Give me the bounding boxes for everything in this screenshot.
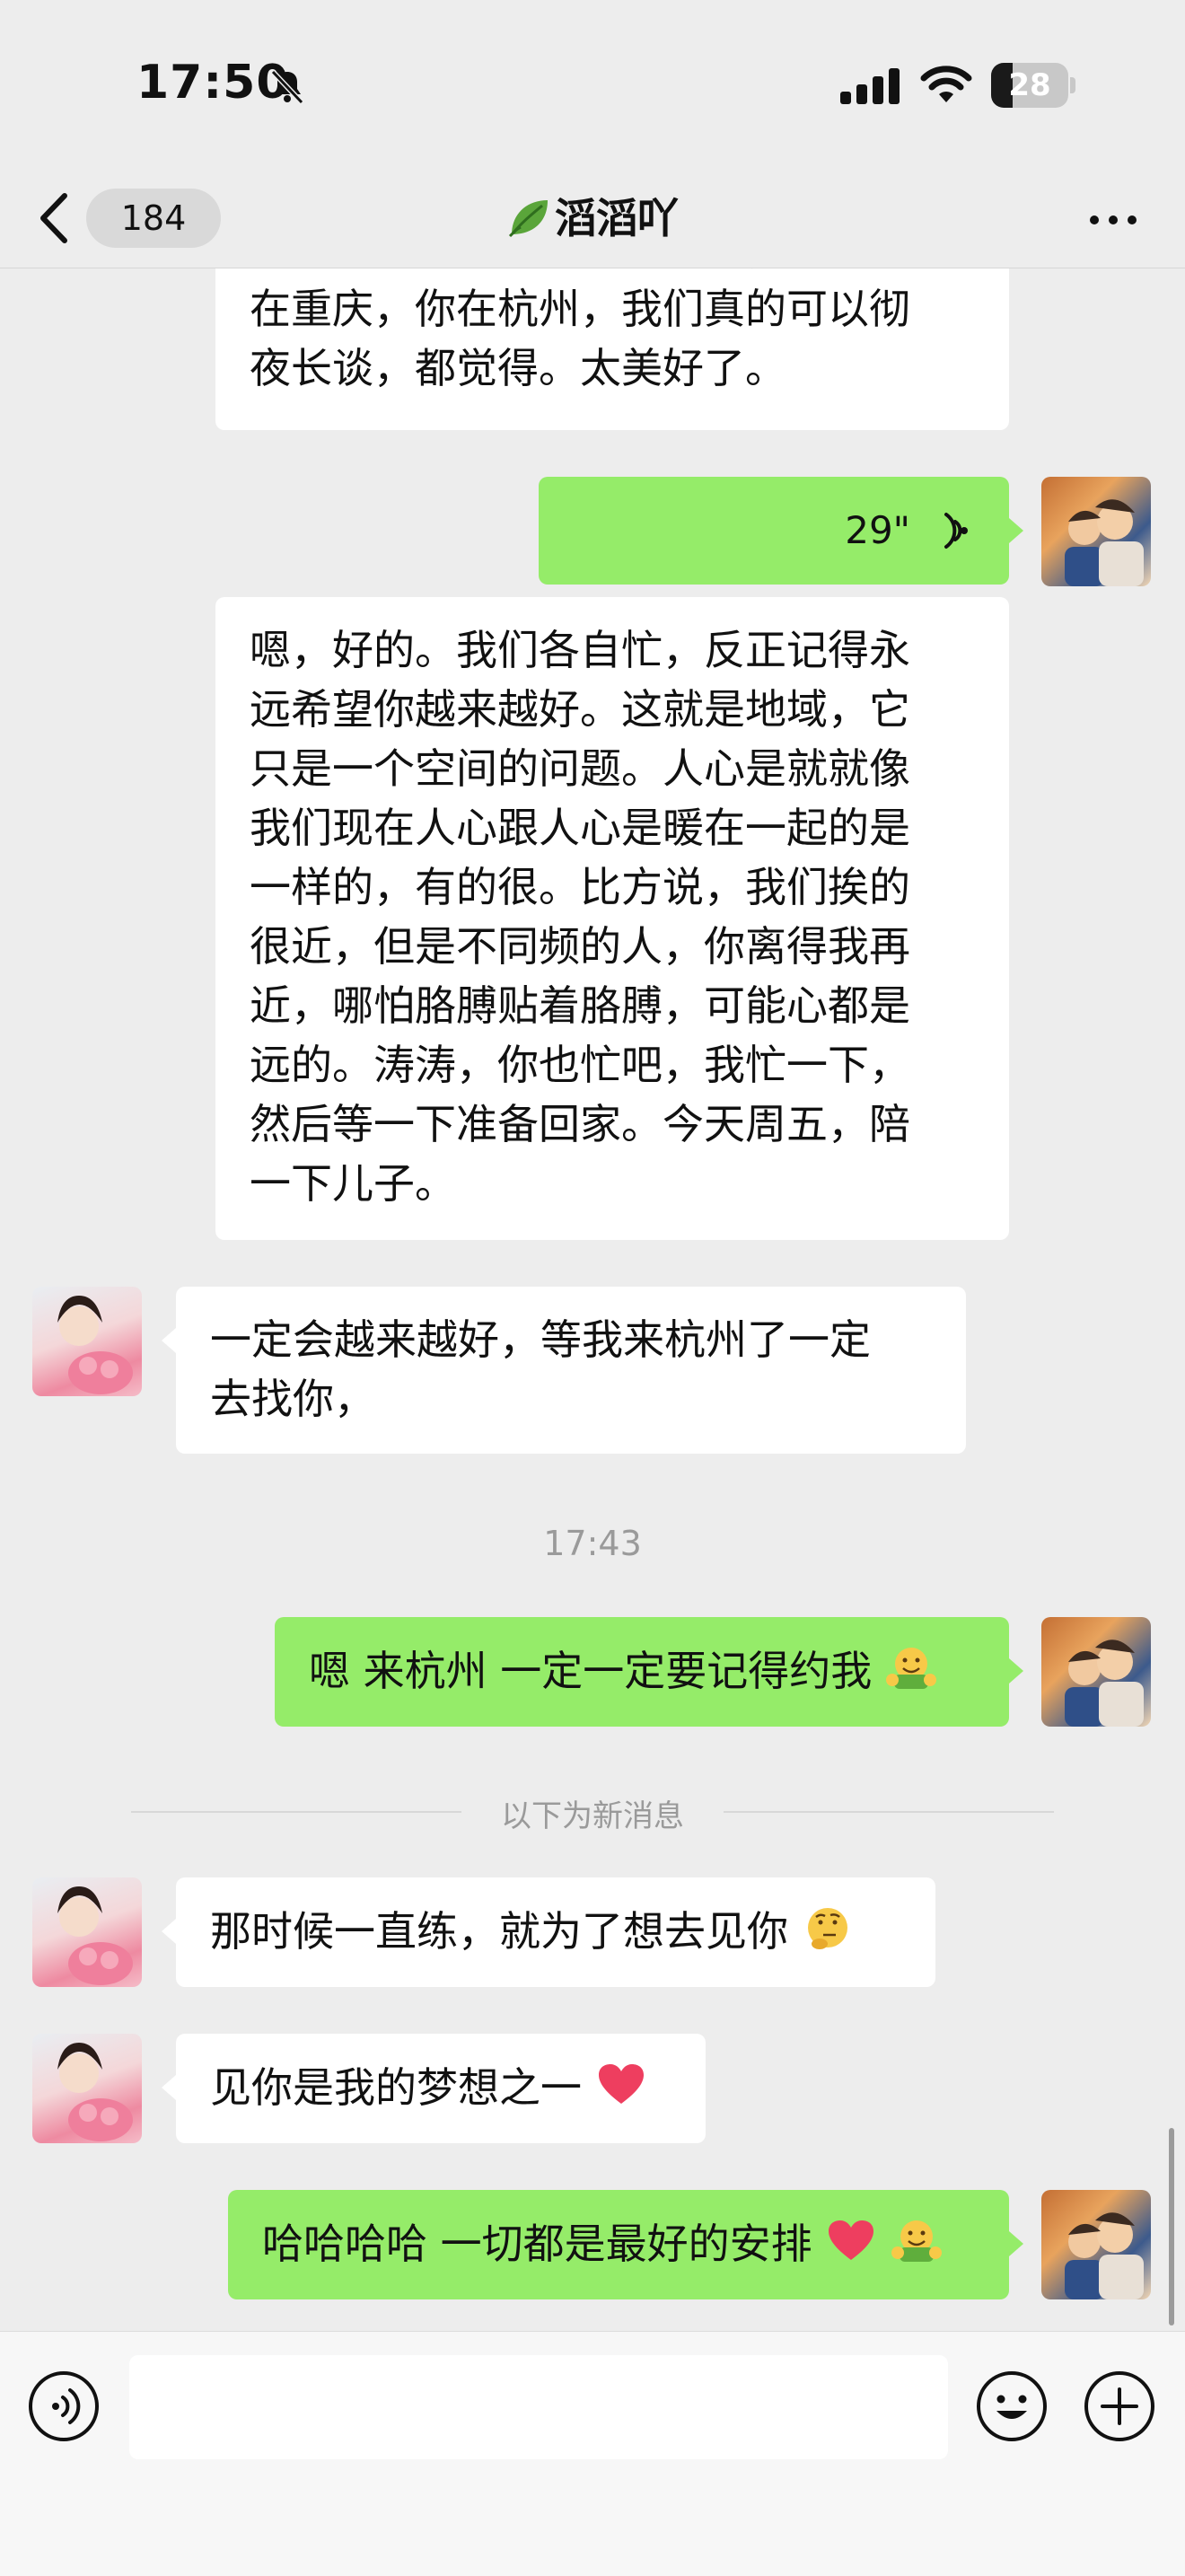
smiley-icon <box>977 2371 1047 2441</box>
message-bubble-sent[interactable]: 嗯，好的。我们各自忙，反正记得永 远希望你越来越好。这就是地域，它 只是一个空间… <box>215 597 1009 1240</box>
message-input[interactable] <box>129 2355 948 2459</box>
my-avatar[interactable] <box>1041 2190 1151 2299</box>
chat-title: 滔滔吖 <box>323 180 862 257</box>
scrollbar[interactable] <box>1169 2128 1174 2325</box>
chat-title-text: 滔滔吖 <box>555 194 679 242</box>
chat-header: 184 滔滔吖 <box>0 171 1185 268</box>
my-avatar[interactable] <box>1041 1617 1151 1727</box>
battery-percent: 28 <box>1008 67 1051 103</box>
voice-icon <box>29 2371 99 2441</box>
more-actions-button[interactable] <box>1083 2369 1156 2443</box>
more-options-button[interactable] <box>1077 192 1149 246</box>
new-messages-label: 以下为新消息 <box>501 1798 684 1834</box>
hugging-face-emoji-icon <box>885 1648 936 1689</box>
hugging-face-emoji-icon <box>891 2220 942 2262</box>
leaf-icon <box>508 200 548 238</box>
plus-icon <box>1084 2371 1154 2441</box>
voice-wave-icon <box>944 513 968 549</box>
timestamp-label: 17:43 <box>543 1524 642 1563</box>
message-text: 我觉得你如果在我们在同城，或者我 在重庆，你在杭州，我们真的可以彻 夜长谈，都觉… <box>250 268 910 392</box>
unread-count-badge: 184 <box>86 189 221 248</box>
wifi-icon <box>920 66 972 102</box>
contact-avatar[interactable] <box>32 1877 142 1987</box>
message-text: 见你是我的梦想之一 <box>210 2063 582 2112</box>
bell-slash-icon <box>270 69 304 105</box>
contact-avatar[interactable] <box>32 1287 142 1396</box>
voice-input-button[interactable] <box>27 2369 101 2443</box>
voice-duration: 29" <box>845 508 910 552</box>
message-input-bar <box>0 2331 1185 2576</box>
message-text: 嗯，好的。我们各自忙，反正记得永 远希望你越来越好。这就是地域，它 只是一个空间… <box>250 626 910 1208</box>
chat-message-list[interactable]: 我觉得你如果在我们在同城，或者我 在重庆，你在杭州，我们真的可以彻 夜长谈，都觉… <box>0 268 1185 2330</box>
message-text: 一定会越来越好，等我来杭州了一定 去找你， <box>210 1315 871 1423</box>
red-heart-emoji-icon <box>829 2220 874 2260</box>
my-avatar[interactable] <box>1041 477 1151 586</box>
message-bubble-received[interactable]: 那时候一直练，就为了想去见你 <box>176 1877 935 1987</box>
message-bubble-received[interactable]: 一定会越来越好，等我来杭州了一定 去找你， <box>176 1287 966 1454</box>
chevron-left-icon <box>40 193 67 243</box>
message-text: 哈哈哈哈 一切都是最好的安排 <box>262 2220 812 2268</box>
emoji-button[interactable] <box>975 2369 1049 2443</box>
red-heart-emoji-icon <box>598 2064 644 2104</box>
contact-avatar[interactable] <box>32 2034 142 2143</box>
status-time: 17:50 <box>136 56 290 110</box>
back-button[interactable]: 184 <box>36 180 221 257</box>
new-messages-divider-right <box>724 1811 1054 1813</box>
battery-indicator: 28 <box>991 63 1077 108</box>
message-text: 那时候一直练，就为了想去见你 <box>210 1907 788 1956</box>
message-text: 嗯 来杭州 一定一定要记得约我 <box>309 1647 873 1695</box>
voice-message-bubble[interactable]: 29" <box>539 477 1009 585</box>
thinking-face-emoji-icon <box>807 1908 847 1949</box>
message-bubble-sent[interactable]: 哈哈哈哈 一切都是最好的安排 <box>228 2190 1009 2299</box>
message-bubble-sent[interactable]: 我觉得你如果在我们在同城，或者我 在重庆，你在杭州，我们真的可以彻 夜长谈，都觉… <box>215 268 1009 430</box>
status-bar: 17:50 28 <box>0 0 1185 171</box>
message-bubble-sent[interactable]: 嗯 来杭州 一定一定要记得约我 <box>275 1617 1009 1727</box>
signal-icon <box>840 68 900 104</box>
message-bubble-received[interactable]: 见你是我的梦想之一 <box>176 2034 706 2143</box>
